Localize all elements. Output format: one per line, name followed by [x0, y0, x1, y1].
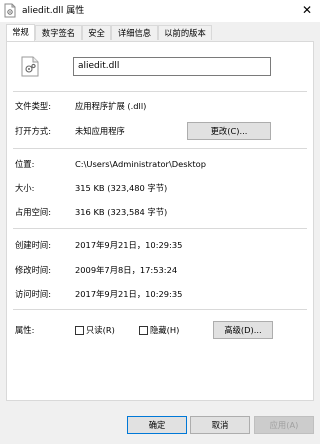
modified-label: 修改时间:	[15, 265, 51, 275]
tab-label: 安全	[88, 28, 105, 38]
modified-value: 2009年7月8日，17:53:24	[75, 265, 178, 275]
readonly-checkbox[interactable]	[75, 326, 84, 335]
tab-security[interactable]: 安全	[82, 25, 111, 40]
created-value: 2017年9月21日，10:29:35	[75, 240, 183, 250]
readonly-label[interactable]: 只读(R)	[86, 324, 115, 336]
tab-label: 常规	[12, 27, 29, 37]
tab-label: 数字签名	[41, 28, 76, 38]
close-icon: ✕	[301, 3, 313, 17]
accessed-value: 2017年9月21日，10:29:35	[75, 289, 183, 299]
close-button[interactable]: ✕	[298, 1, 316, 19]
divider	[13, 91, 307, 92]
tab-label: 以前的版本	[164, 28, 206, 38]
window-title: aliedit.dll 属性	[22, 6, 85, 16]
advanced-button[interactable]: 高级(D)...	[213, 321, 273, 339]
change-button[interactable]: 更改(C)...	[187, 122, 271, 140]
ok-button[interactable]: 确定	[127, 416, 187, 434]
opens-with-label: 打开方式:	[15, 126, 51, 136]
apply-button[interactable]: 应用(A)	[254, 416, 314, 434]
tab-general[interactable]: 常规	[6, 24, 35, 41]
tab-previous-versions[interactable]: 以前的版本	[158, 25, 212, 40]
size-on-disk-value: 316 KB (323,584 字节)	[75, 207, 168, 217]
opens-with-value: 未知应用程序	[75, 126, 125, 136]
size-on-disk-label: 占用空间:	[15, 207, 51, 217]
tab-details[interactable]: 详细信息	[111, 25, 158, 40]
dll-file-icon	[21, 56, 39, 77]
hidden-checkbox[interactable]	[139, 326, 148, 335]
location-value: C:\Users\Administrator\Desktop	[75, 159, 206, 169]
location-label: 位置:	[15, 159, 35, 169]
general-panel: aliedit.dll 文件类型: 应用程序扩展 (.dll) 打开方式: 未知…	[6, 41, 314, 401]
divider	[13, 309, 307, 310]
cancel-button[interactable]: 取消	[190, 416, 250, 434]
file-type-value: 应用程序扩展 (.dll)	[75, 101, 147, 111]
filename-input[interactable]: aliedit.dll	[73, 57, 271, 76]
created-label: 创建时间:	[15, 240, 51, 250]
divider	[13, 148, 307, 149]
hidden-label[interactable]: 隐藏(H)	[150, 324, 179, 336]
file-type-label: 文件类型:	[15, 101, 51, 111]
accessed-label: 访问时间:	[15, 289, 51, 299]
size-label: 大小:	[15, 183, 35, 193]
attributes-label: 属性:	[15, 325, 35, 335]
tab-digital-signatures[interactable]: 数字签名	[35, 25, 82, 40]
tab-label: 详细信息	[117, 28, 152, 38]
divider	[13, 228, 307, 229]
dll-file-icon	[4, 3, 16, 18]
title-bar: aliedit.dll 属性 ✕	[0, 0, 320, 22]
size-value: 315 KB (323,480 字节)	[75, 183, 168, 193]
